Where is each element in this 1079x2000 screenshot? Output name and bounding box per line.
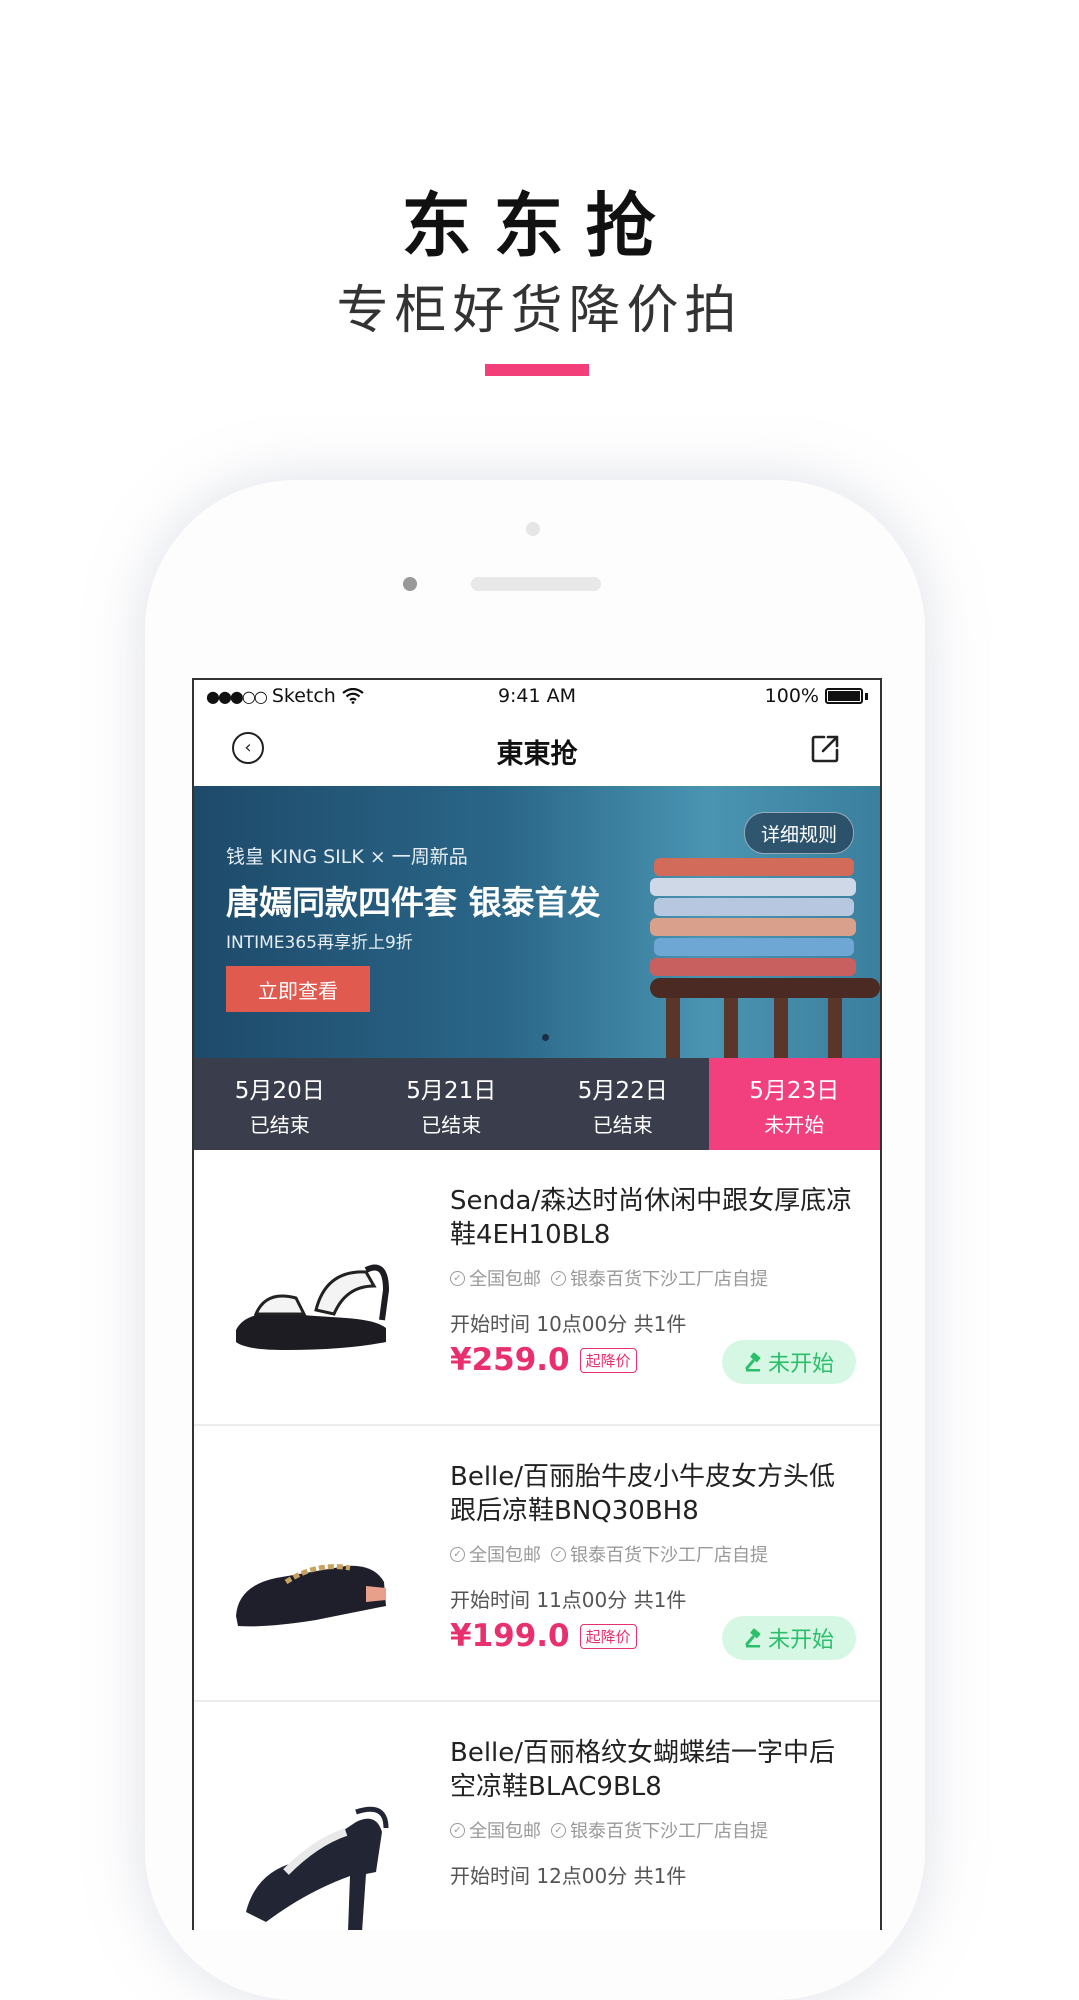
date-tab-3[interactable]: 5月23日 未开始 [708,1058,880,1150]
date-tab-date: 5月20日 [234,1077,325,1104]
status-label: 未开始 [767,1628,834,1653]
product-item[interactable]: Senda/森达时尚休闲中跟女厚底凉鞋4EH10BL8 ✓ 全国包邮 ✓ 银泰百货下… [194,1150,880,1426]
status-label: 未开始 [767,1352,834,1377]
product-price: ¥199.0 起降价 [450,1618,637,1654]
price-tag: 起降价 [579,1347,637,1373]
date-tab-1[interactable]: 5月21日 已结束 [366,1058,538,1150]
check-circle-icon: ✓ [450,1546,465,1562]
hero-title: 东东抢 [401,185,678,267]
product-title: Belle/百丽胎牛皮小牛皮女方头低跟后凉鞋BNQ30BH8 [450,1462,836,1526]
promo-banner[interactable]: 钱皇 KING SILK × 一周新品 唐嫣同款四件套 银泰首发 INTIME3… [194,786,880,1058]
product-item[interactable]: Belle/百丽胎牛皮小牛皮女方头低跟后凉鞋BNQ30BH8 ✓ 全国包邮 ✓ 银泰… [194,1426,880,1702]
status-button[interactable]: 未开始 [722,1616,856,1660]
tag-label: 全国包邮 [469,1821,541,1842]
date-tab-date: 5月21日 [406,1077,497,1104]
tag-label: 银泰百货下沙工厂店自提 [570,1545,768,1566]
gavel-icon [745,1352,761,1372]
product-item[interactable]: Belle/百丽格纹女蝴蝶结一字中后空凉鞋BLAC9BL8 ✓ 全国包邮 ✓ 银泰百… [194,1702,880,1930]
tag-label: 全国包邮 [469,1545,541,1566]
banner-subtext: INTIME365再享折上9折 [226,933,413,953]
check-circle-icon: ✓ [551,1270,566,1286]
carousel-indicator[interactable] [542,1034,549,1041]
banner-headline: 唐嫣同款四件套 银泰首发 [226,883,601,922]
phone-camera [403,577,417,591]
product-tags: ✓ 全国包邮 ✓ 银泰百货下沙工厂店自提 [450,1541,768,1567]
hero-subtitle: 专柜好货降价拍 [336,281,743,341]
date-tab-status: 未开始 [764,1112,825,1137]
tag-label: 银泰百货下沙工厂店自提 [570,1269,768,1290]
phone-speaker [471,577,601,591]
tag-label: 银泰百货下沙工厂店自提 [570,1821,768,1842]
price-tag: 起降价 [579,1623,637,1649]
product-tags: ✓ 全国包邮 ✓ 银泰百货下沙工厂店自提 [450,1265,768,1291]
sandal-image [236,1264,390,1350]
product-title: Senda/森达时尚休闲中跟女厚底凉鞋4EH10BL8 [450,1186,853,1250]
check-circle-icon: ✓ [450,1822,465,1838]
phone-screen: ●●●○○ Sketch 9:41 AM 100% ‹ 東東抢 钱皇 KING … [192,678,882,1930]
date-tab-2[interactable]: 5月22日 已结束 [537,1058,709,1150]
tag-label: 全国包邮 [469,1269,541,1290]
product-tags: ✓ 全国包邮 ✓ 银泰百货下沙工厂店自提 [450,1817,768,1843]
heel-sandal-image [246,1806,389,1930]
share-icon[interactable] [808,732,842,766]
phone-sensor [526,522,540,536]
mule-image [236,1564,386,1627]
start-time: 开始时间 11点00分 共1件 [450,1588,687,1612]
battery-icon [825,688,863,704]
check-circle-icon: ✓ [551,1822,566,1838]
check-circle-icon: ✓ [551,1546,566,1562]
view-now-button[interactable]: 立即查看 [226,966,370,1012]
price-value: ¥199.0 [450,1618,570,1654]
battery-percent: 100% [764,685,819,707]
banner-brand: 钱皇 KING SILK × 一周新品 [226,846,468,868]
hero-accent-bar [485,364,589,376]
product-list: Senda/森达时尚休闲中跟女厚底凉鞋4EH10BL8 ✓ 全国包邮 ✓ 银泰百货下… [194,1150,880,1930]
date-tab-status: 已结束 [421,1112,482,1137]
page-title: 東東抢 [496,739,578,770]
start-time: 开始时间 10点00分 共1件 [450,1312,687,1336]
date-tab-status: 已结束 [592,1112,653,1137]
product-price: ¥259.0 起降价 [450,1342,637,1378]
date-tab-0[interactable]: 5月20日 已结束 [194,1058,366,1150]
bedding-stack-image [650,858,880,1058]
price-value: ¥259.0 [450,1342,570,1378]
start-time: 开始时间 12点00分 共1件 [450,1864,687,1888]
date-tabs: 5月20日 已结束 5月21日 已结束 5月22日 已结束 5月23日 未开始 [194,1058,880,1150]
battery-tip [865,692,868,700]
date-tab-status: 已结束 [249,1112,310,1137]
date-tab-date: 5月23日 [749,1077,840,1104]
gavel-icon [745,1628,761,1648]
date-tab-date: 5月22日 [577,1077,668,1104]
product-title: Belle/百丽格纹女蝴蝶结一字中后空凉鞋BLAC9BL8 [450,1738,836,1802]
nav-bar: ‹ 東東抢 [194,712,880,786]
check-circle-icon: ✓ [450,1270,465,1286]
status-button[interactable]: 未开始 [722,1340,856,1384]
status-bar: ●●●○○ Sketch 9:41 AM 100% [194,680,880,712]
